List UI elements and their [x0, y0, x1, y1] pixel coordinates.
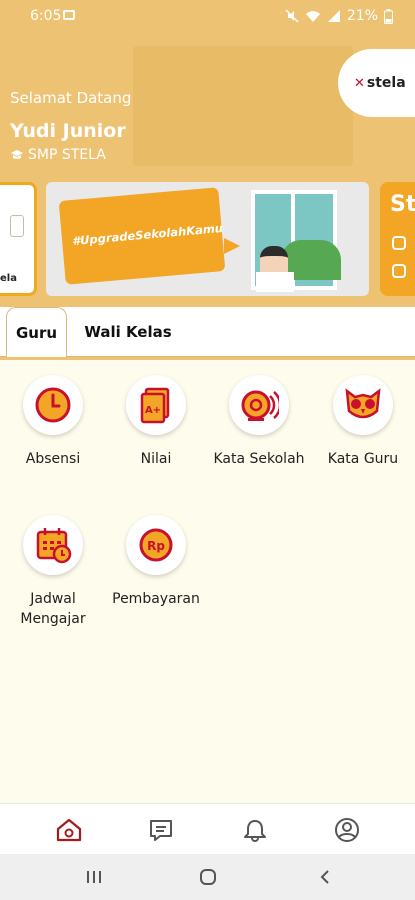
- menu-pembayaran[interactable]: Rp Pembayaran: [106, 515, 206, 609]
- nav-notifications[interactable]: [241, 816, 269, 844]
- stela-logo: ✕ stela: [338, 49, 415, 117]
- notification-icon: [244, 820, 266, 842]
- menu-jadwal-mengajar[interactable]: Jadwal Mengajar: [3, 515, 103, 629]
- carousel-banner[interactable]: #UpgradeSekolahKamu: [46, 182, 369, 296]
- wifi-icon: [305, 11, 320, 22]
- tab-guru[interactable]: Guru: [6, 307, 67, 357]
- rupiah-text: Rp: [147, 539, 165, 553]
- profile-icon: [335, 818, 359, 842]
- recent-apps-button[interactable]: [82, 866, 106, 888]
- back-icon: [320, 870, 329, 884]
- back-button[interactable]: [313, 866, 337, 888]
- system-navigation-bar: [0, 854, 415, 900]
- youtube-icon: [392, 264, 406, 278]
- tab-wali-kelas[interactable]: Wali Kelas: [82, 307, 174, 357]
- speech-bubble-tail: [224, 238, 240, 254]
- bell-icon: [241, 390, 279, 421]
- nav-home[interactable]: [55, 816, 83, 844]
- carousel-card-previous[interactable]: ela: [0, 182, 37, 296]
- bottom-navigation: [0, 803, 415, 855]
- recent-apps-icon: [87, 871, 101, 883]
- home-icon: [56, 818, 82, 842]
- welcome-text: Selamat Datang: [10, 89, 132, 107]
- graduation-cap-icon: [11, 150, 23, 159]
- menu-kata-guru-label: Kata Guru: [327, 451, 399, 467]
- header-background-decoration: [133, 46, 353, 166]
- status-time: 6:05: [30, 8, 62, 24]
- menu-nilai[interactable]: A+ Nilai: [106, 375, 206, 469]
- menu-absensi[interactable]: Absensi: [3, 375, 103, 469]
- clock-icon: [35, 387, 71, 423]
- menu-nilai-label: Nilai: [140, 451, 172, 467]
- grade-text: A+: [145, 405, 161, 416]
- nav-messages[interactable]: [147, 816, 175, 844]
- menu-pembayaran-label: Pembayaran: [112, 591, 200, 607]
- user-name: Yudi Junior: [10, 120, 126, 142]
- student-body-illustration: [256, 272, 294, 292]
- menu-jadwal-mengajar-label: Jadwal Mengajar: [20, 591, 86, 627]
- signal-icon: [327, 10, 340, 22]
- tab-bar: Guru Wali Kelas: [0, 307, 415, 357]
- mute-icon: [285, 9, 299, 23]
- menu-kata-sekolah-label: Kata Sekolah: [213, 451, 305, 467]
- carousel-card-previous-text: ela: [0, 273, 17, 284]
- owl-icon: [345, 388, 381, 419]
- menu-kata-sekolah[interactable]: Kata Sekolah: [209, 375, 309, 469]
- school-info: SMP STELA: [10, 147, 106, 163]
- nav-profile[interactable]: [333, 816, 361, 844]
- menu-absensi-label: Absensi: [25, 451, 81, 467]
- speech-bubble: #UpgradeSekolahKamu: [58, 187, 226, 285]
- rupiah-icon: Rp: [139, 528, 173, 562]
- status-bar: 6:05 21%: [0, 0, 415, 34]
- grade-document-icon: A+: [140, 387, 170, 424]
- gallery-notification-icon: [63, 10, 75, 20]
- banner-hashtag: #UpgradeSekolahKamu: [71, 220, 224, 249]
- stela-logo-mark: ✕: [354, 75, 365, 91]
- status-indicators: 21%: [285, 8, 393, 24]
- carousel-card-next-text: St: [390, 192, 415, 217]
- home-button[interactable]: [196, 866, 220, 888]
- carousel-card-next[interactable]: St: [380, 182, 415, 296]
- lantern-icon: [10, 215, 24, 237]
- menu-kata-guru[interactable]: Kata Guru: [313, 375, 413, 469]
- calendar-icon: [36, 528, 72, 564]
- stela-logo-text: stela: [366, 75, 406, 91]
- battery-level: 21%: [346, 8, 378, 24]
- battery-icon: [384, 8, 393, 24]
- chat-icon: [150, 820, 172, 841]
- home-circle-icon: [200, 869, 216, 885]
- instagram-icon: [392, 236, 406, 250]
- school-name: SMP STELA: [28, 147, 106, 163]
